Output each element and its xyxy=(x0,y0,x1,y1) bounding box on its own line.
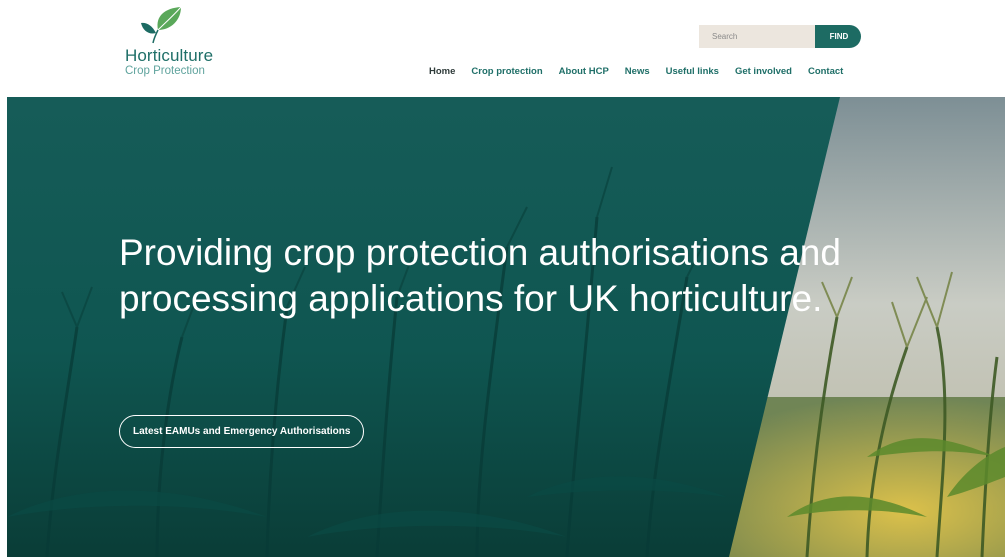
nav-item-get-involved[interactable]: Get involved xyxy=(735,66,792,77)
nav-item-contact[interactable]: Contact xyxy=(808,66,843,77)
logo-title: Horticulture xyxy=(125,46,214,65)
hero-title: Providing crop protection authorisations… xyxy=(119,232,841,319)
search-form: FIND xyxy=(699,25,861,48)
hero-banner: Providing crop protection authorisations… xyxy=(7,97,1005,557)
logo-subtitle: Crop Protection xyxy=(125,65,205,77)
leaf-icon xyxy=(141,6,182,44)
nav-item-home[interactable]: Home xyxy=(429,66,455,77)
site-logo[interactable]: Horticulture Crop Protection xyxy=(120,6,240,77)
site-header: Horticulture Crop Protection FIND Home C… xyxy=(0,0,1005,97)
search-input[interactable] xyxy=(699,25,815,48)
hero-background-image xyxy=(7,97,1005,557)
nav-item-crop-protection[interactable]: Crop protection xyxy=(471,66,542,77)
nav-item-about-hcp[interactable]: About HCP xyxy=(559,66,609,77)
main-nav: Home Crop protection About HCP News Usef… xyxy=(429,66,843,77)
nav-item-useful-links[interactable]: Useful links xyxy=(666,66,719,77)
latest-eamus-button[interactable]: Latest EAMUs and Emergency Authorisation… xyxy=(119,415,365,448)
find-button[interactable]: FIND xyxy=(815,25,861,48)
nav-item-news[interactable]: News xyxy=(625,66,650,77)
